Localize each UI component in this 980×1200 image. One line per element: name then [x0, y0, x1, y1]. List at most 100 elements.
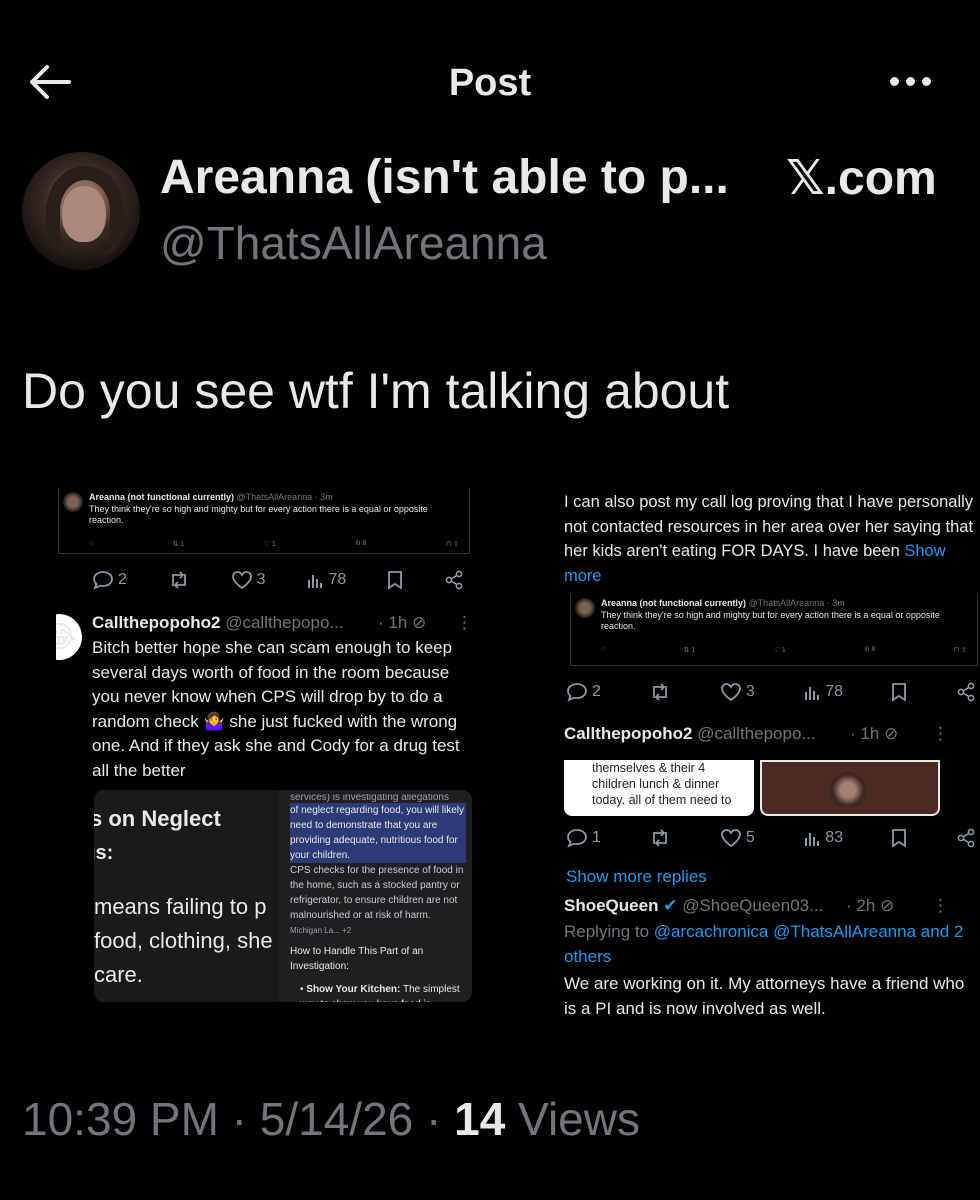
reply-more-icon[interactable]: ⋮	[456, 613, 473, 633]
reply-author[interactable]: Callthepopoho2 @callthepopo...	[92, 613, 344, 633]
like-button[interactable]: 5	[720, 828, 755, 848]
reply1-image-card[interactable]: themselves & their 4 children lunch & di…	[564, 760, 754, 816]
reply-button[interactable]: 1	[566, 828, 601, 848]
repost-button[interactable]	[649, 682, 671, 702]
view-count: ılı 8	[864, 646, 876, 653]
back-button[interactable]	[24, 60, 74, 104]
right-quoted-handle: @ThatsAllAreanna · 3m	[748, 598, 845, 608]
card-right-source: Michigan La... +2	[290, 926, 352, 935]
reply-icon: ○	[89, 540, 94, 547]
reply1-image-photo[interactable]	[760, 760, 940, 816]
right-quoted-text: They think they're so high and mighty bu…	[601, 610, 940, 631]
like-button[interactable]: 3	[720, 682, 755, 702]
grok-icon: ⊘	[412, 613, 427, 632]
card-left-pane: s on Neglect ıs: means failing to p food…	[94, 790, 278, 1002]
reply1-time: · 1h ⊘	[850, 724, 898, 744]
post-text: Do you see wtf I'm talking about	[22, 363, 730, 419]
like-count: ♡ 1	[263, 541, 276, 548]
repost-icon	[171, 571, 186, 589]
reply1-author[interactable]: Callthepopoho2 @callthepopo...	[564, 724, 816, 744]
more-icon	[889, 76, 899, 86]
card-right-highlight: of neglect regarding food, you will like…	[290, 803, 466, 863]
right-quoted-tweet: Areanna (not functional currently) @That…	[570, 594, 978, 666]
post-time: 10:39 PM · 5/14/26 ·	[22, 1093, 442, 1145]
views-count: 78	[825, 683, 844, 700]
right-actions-1: 2 3 78	[566, 682, 976, 702]
views-icon	[308, 575, 323, 588]
reply2-author-handle: @ShoeQueen03...	[682, 896, 824, 915]
grok-icon: ⊘	[880, 896, 895, 915]
reply-avatar[interactable]: 😂	[56, 614, 82, 660]
reply-author-name: Callthepopoho2	[92, 613, 221, 632]
reply-count: 1	[592, 829, 601, 846]
views-button[interactable]: 78	[306, 571, 346, 589]
views-button[interactable]: 78	[803, 683, 843, 701]
reply2-author[interactable]: ShoeQueen ✔ @ShoeQueen03...	[564, 896, 823, 916]
views-icon	[805, 833, 820, 846]
back-arrow-icon	[30, 65, 71, 99]
bookmark-button[interactable]	[891, 682, 907, 702]
like-count: 3	[745, 683, 755, 700]
repost-count-text: 1	[180, 541, 185, 548]
more-icon-dot	[905, 76, 915, 86]
card-heading: s on Neglect	[94, 806, 221, 831]
show-more-replies-link[interactable]: Show more replies	[566, 865, 707, 890]
reply2-more-icon[interactable]: ⋮	[932, 896, 949, 916]
replying-to-handles[interactable]: @arcachronica @ThatsAllAreanna	[654, 922, 916, 941]
bookmark-icon	[388, 571, 403, 590]
share-icon: ⊓ ⇧	[953, 647, 967, 654]
reply-count: 2	[118, 571, 127, 588]
quoted-tweet: Areanna (not functional currently) @That…	[58, 488, 470, 554]
author-avatar[interactable]	[22, 152, 140, 270]
screenshot-right: I can also post my call log proving that…	[562, 488, 980, 1020]
reply1-more-icon[interactable]: ⋮	[932, 724, 949, 744]
repost-button[interactable]	[168, 570, 190, 590]
tweet-actions: 2 3 78	[92, 570, 464, 590]
avatar-face	[62, 186, 106, 242]
view-count-text: 8	[362, 540, 367, 547]
like-button[interactable]: 3	[231, 570, 266, 590]
like-count: 5	[745, 829, 755, 846]
reply-button[interactable]: 2	[92, 570, 127, 590]
share-button[interactable]	[444, 570, 464, 590]
card-right-body: CPS checks for the presence of food in t…	[290, 865, 464, 921]
repost-count: ⇅ 1	[683, 647, 696, 654]
card-right-heading: How to Handle This Part of an Investigat…	[290, 946, 424, 972]
share-button[interactable]	[956, 682, 976, 702]
more-options-button[interactable]	[880, 66, 940, 96]
reply-count: 2	[592, 683, 601, 700]
repost-count-text: 1	[691, 647, 696, 654]
reply-time-text: · 1h	[378, 613, 408, 632]
screenshot-left: Areanna (not functional currently) @That…	[56, 488, 476, 1020]
view-count: ılı 8	[355, 540, 367, 547]
reply-button[interactable]: 2	[566, 682, 601, 702]
more-icon-dot	[921, 76, 931, 86]
source-tag: 𝕏.com	[786, 152, 937, 205]
repost-button[interactable]	[649, 828, 671, 848]
share-icon: ⊓ ⇧	[445, 541, 459, 548]
reply-icon: ○	[601, 646, 606, 653]
share-button[interactable]	[956, 828, 976, 848]
right-top-text: I can also post my call log proving that…	[564, 490, 976, 588]
reply-icon	[93, 571, 113, 590]
search-result-card[interactable]: s on Neglect ıs: means failing to p food…	[94, 790, 472, 1002]
author-handle[interactable]: @ThatsAllAreanna	[160, 216, 547, 270]
bookmark-button[interactable]	[891, 828, 907, 848]
repost-count: ⇅ 1	[172, 541, 185, 548]
bookmark-button[interactable]	[387, 570, 403, 590]
photo-avatar	[830, 772, 866, 808]
quoted-text: They think they're so high and mighty bu…	[89, 504, 428, 525]
post-media[interactable]: Areanna (not functional currently) @That…	[56, 488, 980, 1020]
views-button[interactable]: 83	[803, 829, 843, 847]
views-count: 78	[328, 571, 347, 588]
top-bar: Post	[0, 40, 980, 124]
reply2-author-name: ShoeQueen	[564, 896, 659, 915]
author-name[interactable]: Areanna (isn't able to p...	[160, 150, 729, 205]
post-timestamp: 10:39 PM · 5/14/26 · 14 Views	[22, 1092, 640, 1146]
reply1-time-text: · 1h	[850, 724, 880, 743]
laughing-emoji-icon: 😂	[56, 620, 77, 654]
quoted-handle: @ThatsAllAreanna · 3m	[236, 492, 333, 502]
reply1-author-name: Callthepopoho2	[564, 724, 693, 743]
share-icon	[957, 682, 975, 702]
card-right-top: services) is investigating allegations	[290, 794, 449, 803]
